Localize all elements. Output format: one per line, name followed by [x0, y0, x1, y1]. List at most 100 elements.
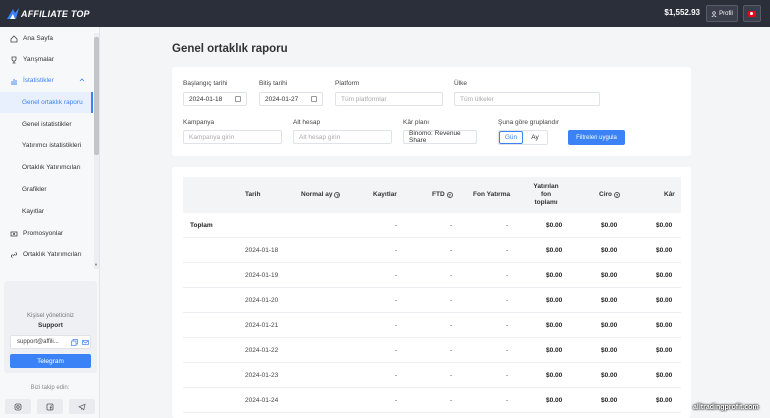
total-fund-deposit: -	[506, 221, 509, 229]
row-revenue: $0.00	[601, 296, 618, 304]
platform-label: Platform	[335, 80, 360, 87]
scroll-down-icon[interactable]: ▼	[94, 262, 98, 267]
campaign-input[interactable]: Kampanya girin	[183, 130, 282, 144]
row-registrations: -	[395, 321, 398, 329]
row-fund-deposit: -	[506, 246, 509, 254]
column-ftd-label: FTD	[432, 191, 445, 198]
row-total-deposits: $0.00	[546, 321, 563, 329]
row-ftd: -	[450, 371, 453, 379]
row-date: 2024-01-18	[245, 246, 279, 254]
column-normal-month[interactable]: Normal ay?	[301, 177, 341, 213]
row-fund-deposit: -	[506, 346, 509, 354]
row-total-deposits: $0.00	[546, 346, 563, 354]
column-revenue[interactable]: Ciro?	[599, 177, 620, 213]
column-profit[interactable]: Kâr	[664, 177, 675, 213]
trophy-icon	[10, 56, 18, 64]
calendar-icon	[311, 96, 317, 102]
platform-select[interactable]: Tüm platformlar	[335, 92, 443, 106]
row-profit: $0.00	[656, 346, 673, 354]
scrollbar-thumb[interactable]	[94, 37, 99, 155]
sidebar-item-investor-stats[interactable]: Yatırımcı istatistikleri	[0, 135, 93, 156]
column-ftd[interactable]: FTD?	[432, 177, 453, 213]
country-label: Ülke	[454, 80, 468, 87]
sidebar-item-home[interactable]: Ana Sayfa	[0, 28, 93, 49]
apply-filters-button[interactable]: Filtreleri uygula	[568, 130, 625, 145]
mail-icon[interactable]	[82, 339, 89, 346]
telegram-button[interactable]: Telegram	[10, 354, 91, 368]
watermark: alltradingprofit.com	[693, 404, 759, 411]
row-fund-deposit: -	[506, 371, 509, 379]
top-bar: AFFILIATE TOP $1,552.93 Profil	[0, 0, 770, 27]
sidebar-item-charts[interactable]: Grafikler	[0, 179, 93, 200]
row-total-deposits: $0.00	[546, 246, 563, 254]
end-date-label: Bitiş tarihi	[259, 80, 288, 87]
sidebar-item-label: Yarışmalar	[23, 56, 54, 63]
user-icon	[711, 10, 717, 17]
column-revenue-label: Ciro	[599, 191, 612, 198]
profile-button[interactable]: Profil	[706, 5, 738, 22]
sidebar-item-promotions[interactable]: Promosyonlar	[0, 223, 93, 244]
column-total-deposits[interactable]: Yatırılan fon toplamı	[528, 177, 564, 213]
copy-icon[interactable]	[71, 339, 78, 346]
row-profit: $0.00	[656, 396, 673, 404]
home-icon	[10, 34, 18, 43]
follow-us-label: Bizi takip edin:	[30, 385, 70, 391]
profit-plan-select[interactable]: Binomo: Revenue Share	[403, 130, 477, 144]
balance-display: $1,552.93	[664, 8, 700, 17]
sidebar-item-general-stats[interactable]: Genel istatistikler	[0, 114, 93, 135]
logo[interactable]: AFFILIATE TOP	[6, 4, 90, 23]
table-row: 2024-01-18 - - - $0.00 $0.00 $0.00	[183, 238, 681, 263]
sidebar-item-affiliate-report[interactable]: Genel ortaklık raporu	[0, 92, 93, 113]
row-ftd: -	[450, 321, 453, 329]
support-email-field: support@affili...	[10, 335, 91, 349]
column-normal-month-label: Normal ay	[301, 191, 333, 198]
column-fund-deposit[interactable]: Fon Yatırma	[473, 177, 510, 213]
instagram-button[interactable]	[5, 399, 31, 414]
row-registrations: -	[395, 346, 398, 354]
row-total-deposits: $0.00	[546, 396, 563, 404]
row-profit: $0.00	[656, 371, 673, 379]
row-registrations: -	[395, 371, 398, 379]
facebook-icon	[46, 403, 54, 410]
sidebar-item-registrations[interactable]: Kayıtlar	[0, 201, 93, 222]
row-ftd: -	[450, 271, 453, 279]
sidebar-item-label: Kayıtlar	[22, 208, 45, 215]
sidebar-item-partner-investors[interactable]: Ortaklık Yatırımcıları	[0, 244, 93, 265]
sidebar-item-contests[interactable]: Yarışmalar	[0, 49, 93, 70]
sidebar-item-statistics[interactable]: İstatistikler	[0, 70, 93, 91]
row-fund-deposit: -	[506, 321, 509, 329]
column-total-deposits-label: Yatırılan fon	[533, 183, 559, 198]
profile-label: Profil	[719, 10, 733, 17]
help-icon[interactable]: ?	[334, 192, 341, 198]
table-row: 2024-01-20 - - - $0.00 $0.00 $0.00	[183, 288, 681, 313]
language-button[interactable]	[743, 5, 761, 22]
column-date[interactable]: Tarih	[245, 177, 260, 213]
total-profit: $0.00	[656, 221, 673, 229]
total-revenue: $0.00	[601, 221, 618, 229]
subaccount-input[interactable]: Alt hesap girin	[293, 130, 392, 144]
facebook-button[interactable]	[37, 399, 63, 414]
promo-icon	[10, 230, 18, 238]
column-registrations[interactable]: Kayıtlar	[373, 177, 397, 213]
end-date-input[interactable]: 2024-01-27	[259, 92, 323, 106]
row-date: 2024-01-21	[245, 321, 279, 329]
sidebar-scrollbar[interactable]	[94, 33, 99, 269]
logo-icon	[7, 7, 19, 19]
start-date-input[interactable]: 2024-01-18	[183, 92, 247, 106]
sidebar-item-affiliate-investors[interactable]: Ortaklık Yatırımcıları	[0, 157, 93, 178]
row-registrations: -	[395, 396, 398, 404]
row-revenue: $0.00	[601, 371, 618, 379]
country-select[interactable]: Tüm ülkeler	[454, 92, 600, 106]
total-ftd: -	[450, 221, 453, 229]
telegram-icon	[78, 403, 86, 410]
table-header: Tarih Normal ay? Kayıtlar FTD? Fon Yatır…	[183, 177, 681, 213]
support-card: Kişisel yöneticiniz Support support@affi…	[4, 281, 97, 373]
table-row: 2024-01-19 - - - $0.00 $0.00 $0.00	[183, 263, 681, 288]
group-month-option[interactable]: Ay	[523, 131, 547, 144]
telegram-social-button[interactable]	[69, 399, 95, 414]
help-icon[interactable]: ?	[446, 192, 453, 198]
group-day-option[interactable]: Gün	[499, 131, 523, 144]
sidebar-item-label: Ana Sayfa	[23, 35, 53, 42]
help-icon[interactable]: ?	[614, 192, 620, 198]
campaign-label: Kampanya	[183, 119, 215, 126]
